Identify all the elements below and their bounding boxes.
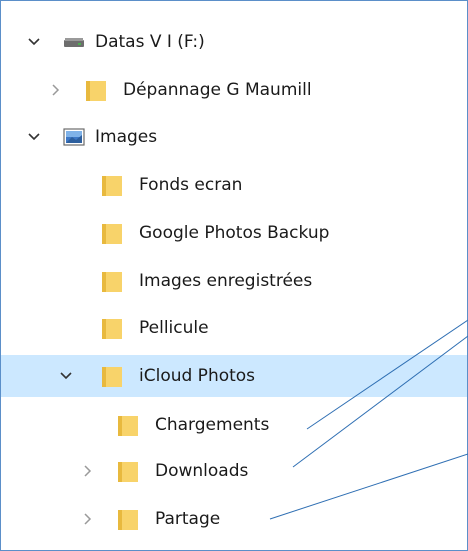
folder-icon (101, 260, 123, 302)
chevron-down-icon[interactable] (23, 21, 45, 63)
folder-icon (117, 498, 139, 540)
folder-icon (101, 355, 123, 397)
tree-item-google-photos-backup[interactable]: Google Photos Backup (1, 212, 467, 254)
folder-tree: Datas V I (F:) Dépannage G Maumill Image… (1, 1, 467, 550)
tree-item-images-enregistrees[interactable]: Images enregistrées (1, 260, 467, 302)
tree-item-label: Chargements (155, 415, 270, 435)
folder-icon (101, 307, 123, 349)
tree-item-label: iCloud Photos (139, 366, 256, 386)
chevron-right-icon[interactable] (45, 69, 67, 111)
tree-item-label: Google Photos Backup (139, 223, 330, 243)
tree-item-images[interactable]: Images (1, 116, 467, 158)
tree-item-fonds-ecran[interactable]: Fonds ecran (1, 164, 467, 206)
tree-item-label: Images (95, 127, 158, 147)
pictures-library-icon (63, 116, 85, 158)
tree-item-label: Images enregistrées (139, 271, 313, 291)
folder-icon (101, 164, 123, 206)
tree-item-partage[interactable]: Partage (1, 498, 467, 540)
tree-item-label: Dépannage G Maumill (123, 80, 312, 100)
tree-item-depannage[interactable]: Dépannage G Maumill (1, 69, 467, 111)
chevron-down-icon[interactable] (23, 116, 45, 158)
chevron-right-icon[interactable] (77, 450, 99, 492)
tree-item-icloud-photos[interactable]: iCloud Photos (1, 355, 467, 397)
chevron-down-icon[interactable] (55, 355, 77, 397)
chevron-right-icon[interactable] (77, 498, 99, 540)
folder-icon (117, 404, 139, 446)
tree-item-drive[interactable]: Datas V I (F:) (1, 21, 467, 63)
tree-item-label: Partage (155, 509, 221, 529)
tree-item-label: Datas V I (F:) (95, 32, 205, 52)
tree-item-label: Pellicule (139, 318, 209, 338)
explorer-navigation-pane: Datas V I (F:) Dépannage G Maumill Image… (0, 0, 468, 551)
folder-icon (117, 450, 139, 492)
tree-item-downloads[interactable]: Downloads (1, 450, 467, 492)
tree-item-label: Fonds ecran (139, 175, 243, 195)
tree-item-chargements[interactable]: Chargements (1, 404, 467, 446)
drive-icon (63, 21, 85, 63)
tree-item-pellicule[interactable]: Pellicule (1, 307, 467, 349)
folder-icon (101, 212, 123, 254)
tree-item-label: Downloads (155, 461, 249, 481)
folder-icon (85, 69, 107, 111)
